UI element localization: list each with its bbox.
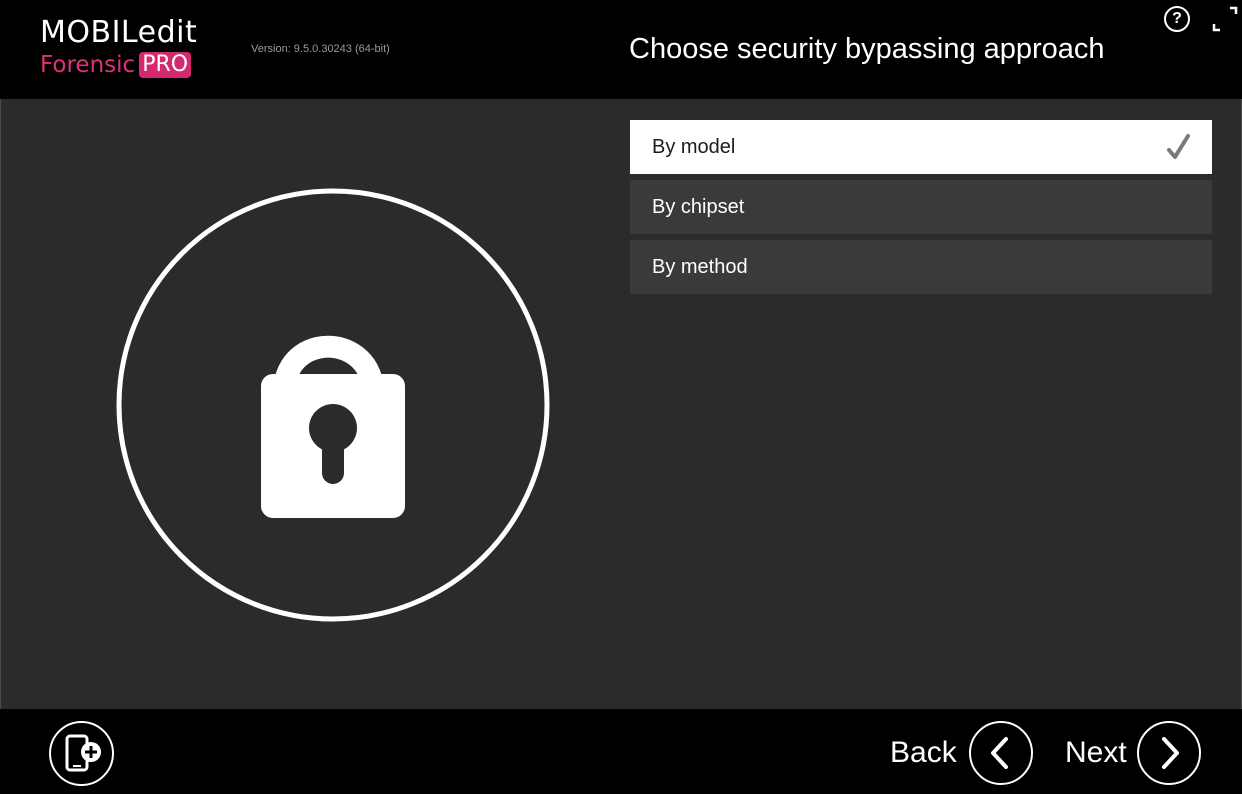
option-label: By model: [652, 135, 736, 158]
footer-bar: Back Next: [0, 709, 1242, 794]
next-label: Next: [1065, 736, 1127, 769]
header-bar: MOBILedit Forensic PRO Version: 9.5.0.30…: [0, 0, 1242, 99]
back-button[interactable]: Back: [890, 721, 1033, 785]
option-by-model[interactable]: By model: [630, 120, 1212, 174]
unlocked-padlock-icon: [116, 188, 550, 622]
next-circle: [1136, 721, 1201, 785]
logo-wordmark: MOBILedit: [40, 15, 198, 50]
app-window: MOBILedit Forensic PRO Version: 9.5.0.30…: [0, 0, 1242, 794]
checkmark-icon: [1167, 134, 1190, 159]
chevron-right-icon: [1161, 737, 1179, 769]
logo-forensic-text: Forensic: [40, 52, 136, 78]
app-logo: MOBILedit Forensic PRO: [40, 16, 197, 79]
fullscreen-icon: [1212, 6, 1238, 32]
next-button[interactable]: Next: [1065, 721, 1201, 785]
add-device-button[interactable]: [49, 721, 114, 786]
option-by-method[interactable]: By method: [630, 240, 1212, 294]
version-text: Version: 9.5.0.30243 (64-bit): [251, 43, 390, 55]
fullscreen-button[interactable]: [1212, 6, 1238, 32]
page-title: Choose security bypassing approach: [629, 33, 1105, 65]
chevron-left-icon: [990, 737, 1008, 769]
help-icon: ?: [1172, 10, 1182, 27]
help-button[interactable]: ?: [1164, 6, 1190, 32]
add-phone-icon: [65, 734, 101, 772]
main-panel: By model By chipset By method: [0, 99, 1242, 709]
logo-subline: Forensic PRO: [40, 51, 197, 79]
option-label: By method: [652, 255, 748, 278]
logo-pro-badge: PRO: [139, 52, 192, 78]
approach-options-list: By model By chipset By method: [630, 120, 1212, 300]
back-circle: [968, 721, 1033, 785]
option-label: By chipset: [652, 195, 745, 218]
option-by-chipset[interactable]: By chipset: [630, 180, 1212, 234]
back-label: Back: [890, 736, 957, 769]
